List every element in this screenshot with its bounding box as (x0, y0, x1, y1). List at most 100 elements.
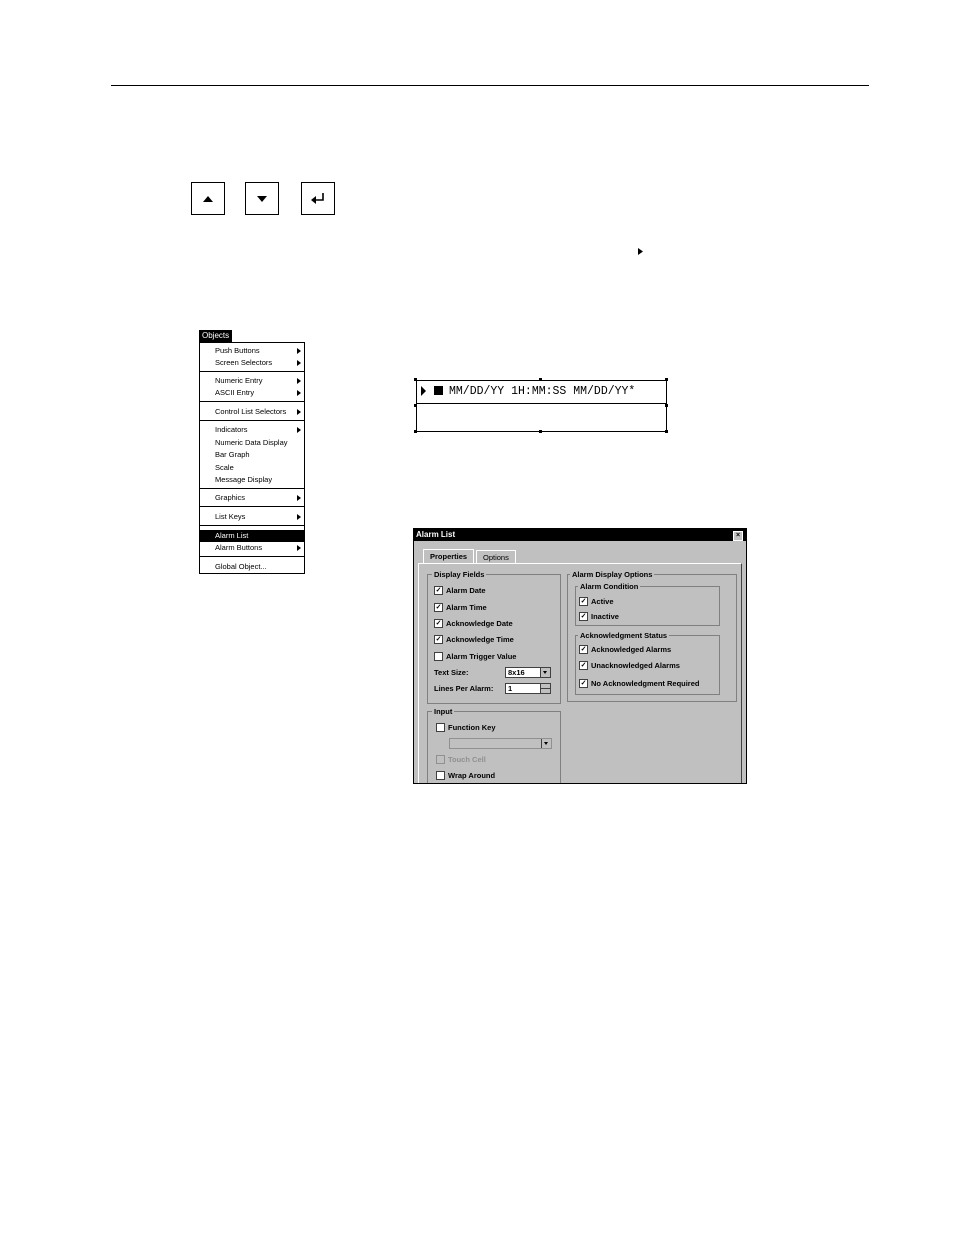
tab-options[interactable]: Options (476, 550, 516, 563)
menu-item-ascii-entry[interactable]: ASCII Entry (200, 387, 304, 399)
resize-handle[interactable] (414, 430, 417, 433)
menu-separator (200, 506, 304, 507)
menu-item-push-buttons[interactable]: Push Buttons (200, 345, 304, 357)
menu-item-label: Indicators (215, 425, 248, 434)
function-key-select[interactable] (449, 738, 552, 749)
resize-handle[interactable] (665, 378, 668, 381)
close-icon[interactable]: × (733, 531, 743, 541)
menu-item-alarm-list[interactable]: Alarm List (200, 530, 304, 542)
dialog-title: Alarm List (414, 529, 746, 541)
menu-item-label: Graphics (215, 493, 246, 502)
checkbox-label: Alarm Time (446, 603, 487, 612)
down-arrow-icon (257, 195, 267, 202)
resize-handle[interactable] (665, 404, 668, 407)
spin-buttons-icon[interactable] (540, 684, 550, 693)
resize-handle[interactable] (539, 430, 542, 433)
menu-item-bar-graph[interactable]: Bar Graph (200, 449, 304, 461)
checkbox-checked-icon: ✓ (579, 645, 588, 654)
checkbox-checked-icon: ✓ (579, 679, 588, 688)
menu-item-label: Global Object... (215, 562, 267, 571)
submenu-arrow-icon (297, 409, 301, 415)
menu-separator (200, 488, 304, 489)
menu-item-label: Numeric Entry (215, 376, 263, 385)
checkbox-checked-icon: ✓ (434, 619, 443, 628)
alarm-trigger-value-checkbox[interactable]: Alarm Trigger Value (434, 652, 516, 661)
down-arrow-key[interactable] (245, 182, 279, 215)
checkbox-checked-icon: ✓ (579, 661, 588, 670)
chevron-down-icon[interactable] (540, 668, 550, 677)
alarm-marker-icon (434, 386, 443, 395)
acknowledged-alarms-checkbox[interactable]: ✓ Acknowledged Alarms (579, 645, 671, 654)
alarm-list-row: MM/DD/YY 1H:MM:SS MM/DD/YY* (417, 381, 666, 404)
submenu-arrow-icon (297, 390, 301, 396)
checkbox-label: Active (591, 597, 614, 606)
menu-item-alarm-buttons[interactable]: Alarm Buttons (200, 542, 304, 554)
checkbox-disabled-icon (436, 755, 445, 764)
objects-menu-list: Push Buttons Screen Selectors Numeric En… (199, 342, 305, 574)
unacknowledged-alarms-checkbox[interactable]: ✓ Unacknowledged Alarms (579, 661, 680, 670)
resize-handle[interactable] (414, 378, 417, 381)
resize-handle[interactable] (539, 378, 542, 381)
tab-properties[interactable]: Properties (423, 549, 475, 564)
submenu-arrow-icon (297, 348, 301, 354)
alarm-display-options-label: Alarm Display Options (570, 570, 655, 579)
acknowledge-time-checkbox[interactable]: ✓ Acknowledge Time (434, 635, 514, 644)
checkbox-label: Function Key (448, 723, 496, 732)
checkbox-checked-icon: ✓ (579, 597, 588, 606)
menu-item-label: Bar Graph (215, 450, 250, 459)
resize-handle[interactable] (665, 430, 668, 433)
objects-menu-title[interactable]: Objects (199, 330, 233, 342)
checkbox-label: Alarm Date (446, 586, 486, 595)
submenu-arrow-icon (297, 427, 301, 433)
no-acknowledgment-required-checkbox[interactable]: ✓ No Acknowledgment Required (579, 679, 699, 688)
text-size-label: Text Size: (434, 668, 469, 677)
checkbox-label: Alarm Trigger Value (446, 652, 517, 661)
menu-item-label: Message Display (215, 475, 273, 484)
menu-item-numeric-entry[interactable]: Numeric Entry (200, 375, 304, 387)
menu-item-label: Numeric Data Display (215, 438, 288, 447)
alarm-time-checkbox[interactable]: ✓ Alarm Time (434, 603, 487, 612)
alarm-list-object[interactable]: MM/DD/YY 1H:MM:SS MM/DD/YY* (416, 380, 667, 432)
chevron-down-icon[interactable] (541, 739, 551, 748)
lines-per-alarm-stepper[interactable]: 1 (505, 683, 551, 694)
checkbox-label: Acknowledge Date (446, 619, 513, 628)
checkbox-checked-icon: ✓ (579, 612, 588, 621)
checkbox-unchecked-icon (436, 723, 445, 732)
acknowledge-date-checkbox[interactable]: ✓ Acknowledge Date (434, 619, 513, 628)
menu-item-list-keys[interactable]: List Keys (200, 511, 304, 523)
submenu-arrow-icon (297, 360, 301, 366)
menu-item-label: Screen Selectors (215, 358, 273, 367)
enter-key[interactable] (301, 182, 335, 215)
lines-per-alarm-value: 1 (508, 684, 513, 693)
inactive-checkbox[interactable]: ✓ Inactive (579, 612, 619, 621)
submenu-arrow-icon (297, 514, 301, 520)
touch-cell-checkbox[interactable]: Touch Cell (436, 755, 486, 764)
objects-menu: Objects Push Buttons Screen Selectors Nu… (199, 330, 305, 574)
menu-item-indicators[interactable]: Indicators (200, 424, 304, 436)
submenu-arrow-icon (297, 545, 301, 551)
menu-separator (200, 556, 304, 557)
menu-item-control-list-selectors[interactable]: Control List Selectors (200, 406, 304, 418)
menu-item-global-object[interactable]: Global Object... (200, 561, 304, 573)
checkbox-label: No Acknowledgment Required (591, 679, 700, 688)
checkbox-unchecked-icon (434, 652, 443, 661)
alarm-date-checkbox[interactable]: ✓ Alarm Date (434, 586, 486, 595)
menu-item-screen-selectors[interactable]: Screen Selectors (200, 357, 304, 369)
checkbox-checked-icon: ✓ (434, 603, 443, 612)
menu-item-numeric-data-display[interactable]: Numeric Data Display (200, 437, 304, 449)
text-size-select[interactable]: 8x16 (505, 667, 551, 678)
menu-item-graphics[interactable]: Graphics (200, 492, 304, 504)
wrap-around-checkbox[interactable]: Wrap Around (436, 771, 495, 780)
checkbox-checked-icon: ✓ (434, 586, 443, 595)
checkbox-label: Unacknowledged Alarms (591, 661, 680, 670)
resize-handle[interactable] (414, 404, 417, 407)
up-arrow-key[interactable] (191, 182, 225, 215)
menu-item-label: Scale (215, 463, 234, 472)
function-key-checkbox[interactable]: Function Key (436, 723, 496, 732)
menu-separator (200, 401, 304, 402)
active-checkbox[interactable]: ✓ Active (579, 597, 614, 606)
lines-per-alarm-label: Lines Per Alarm: (434, 684, 494, 693)
menu-item-message-display[interactable]: Message Display (200, 474, 304, 486)
menu-item-scale[interactable]: Scale (200, 462, 304, 474)
checkbox-label: Acknowledge Time (446, 635, 514, 644)
